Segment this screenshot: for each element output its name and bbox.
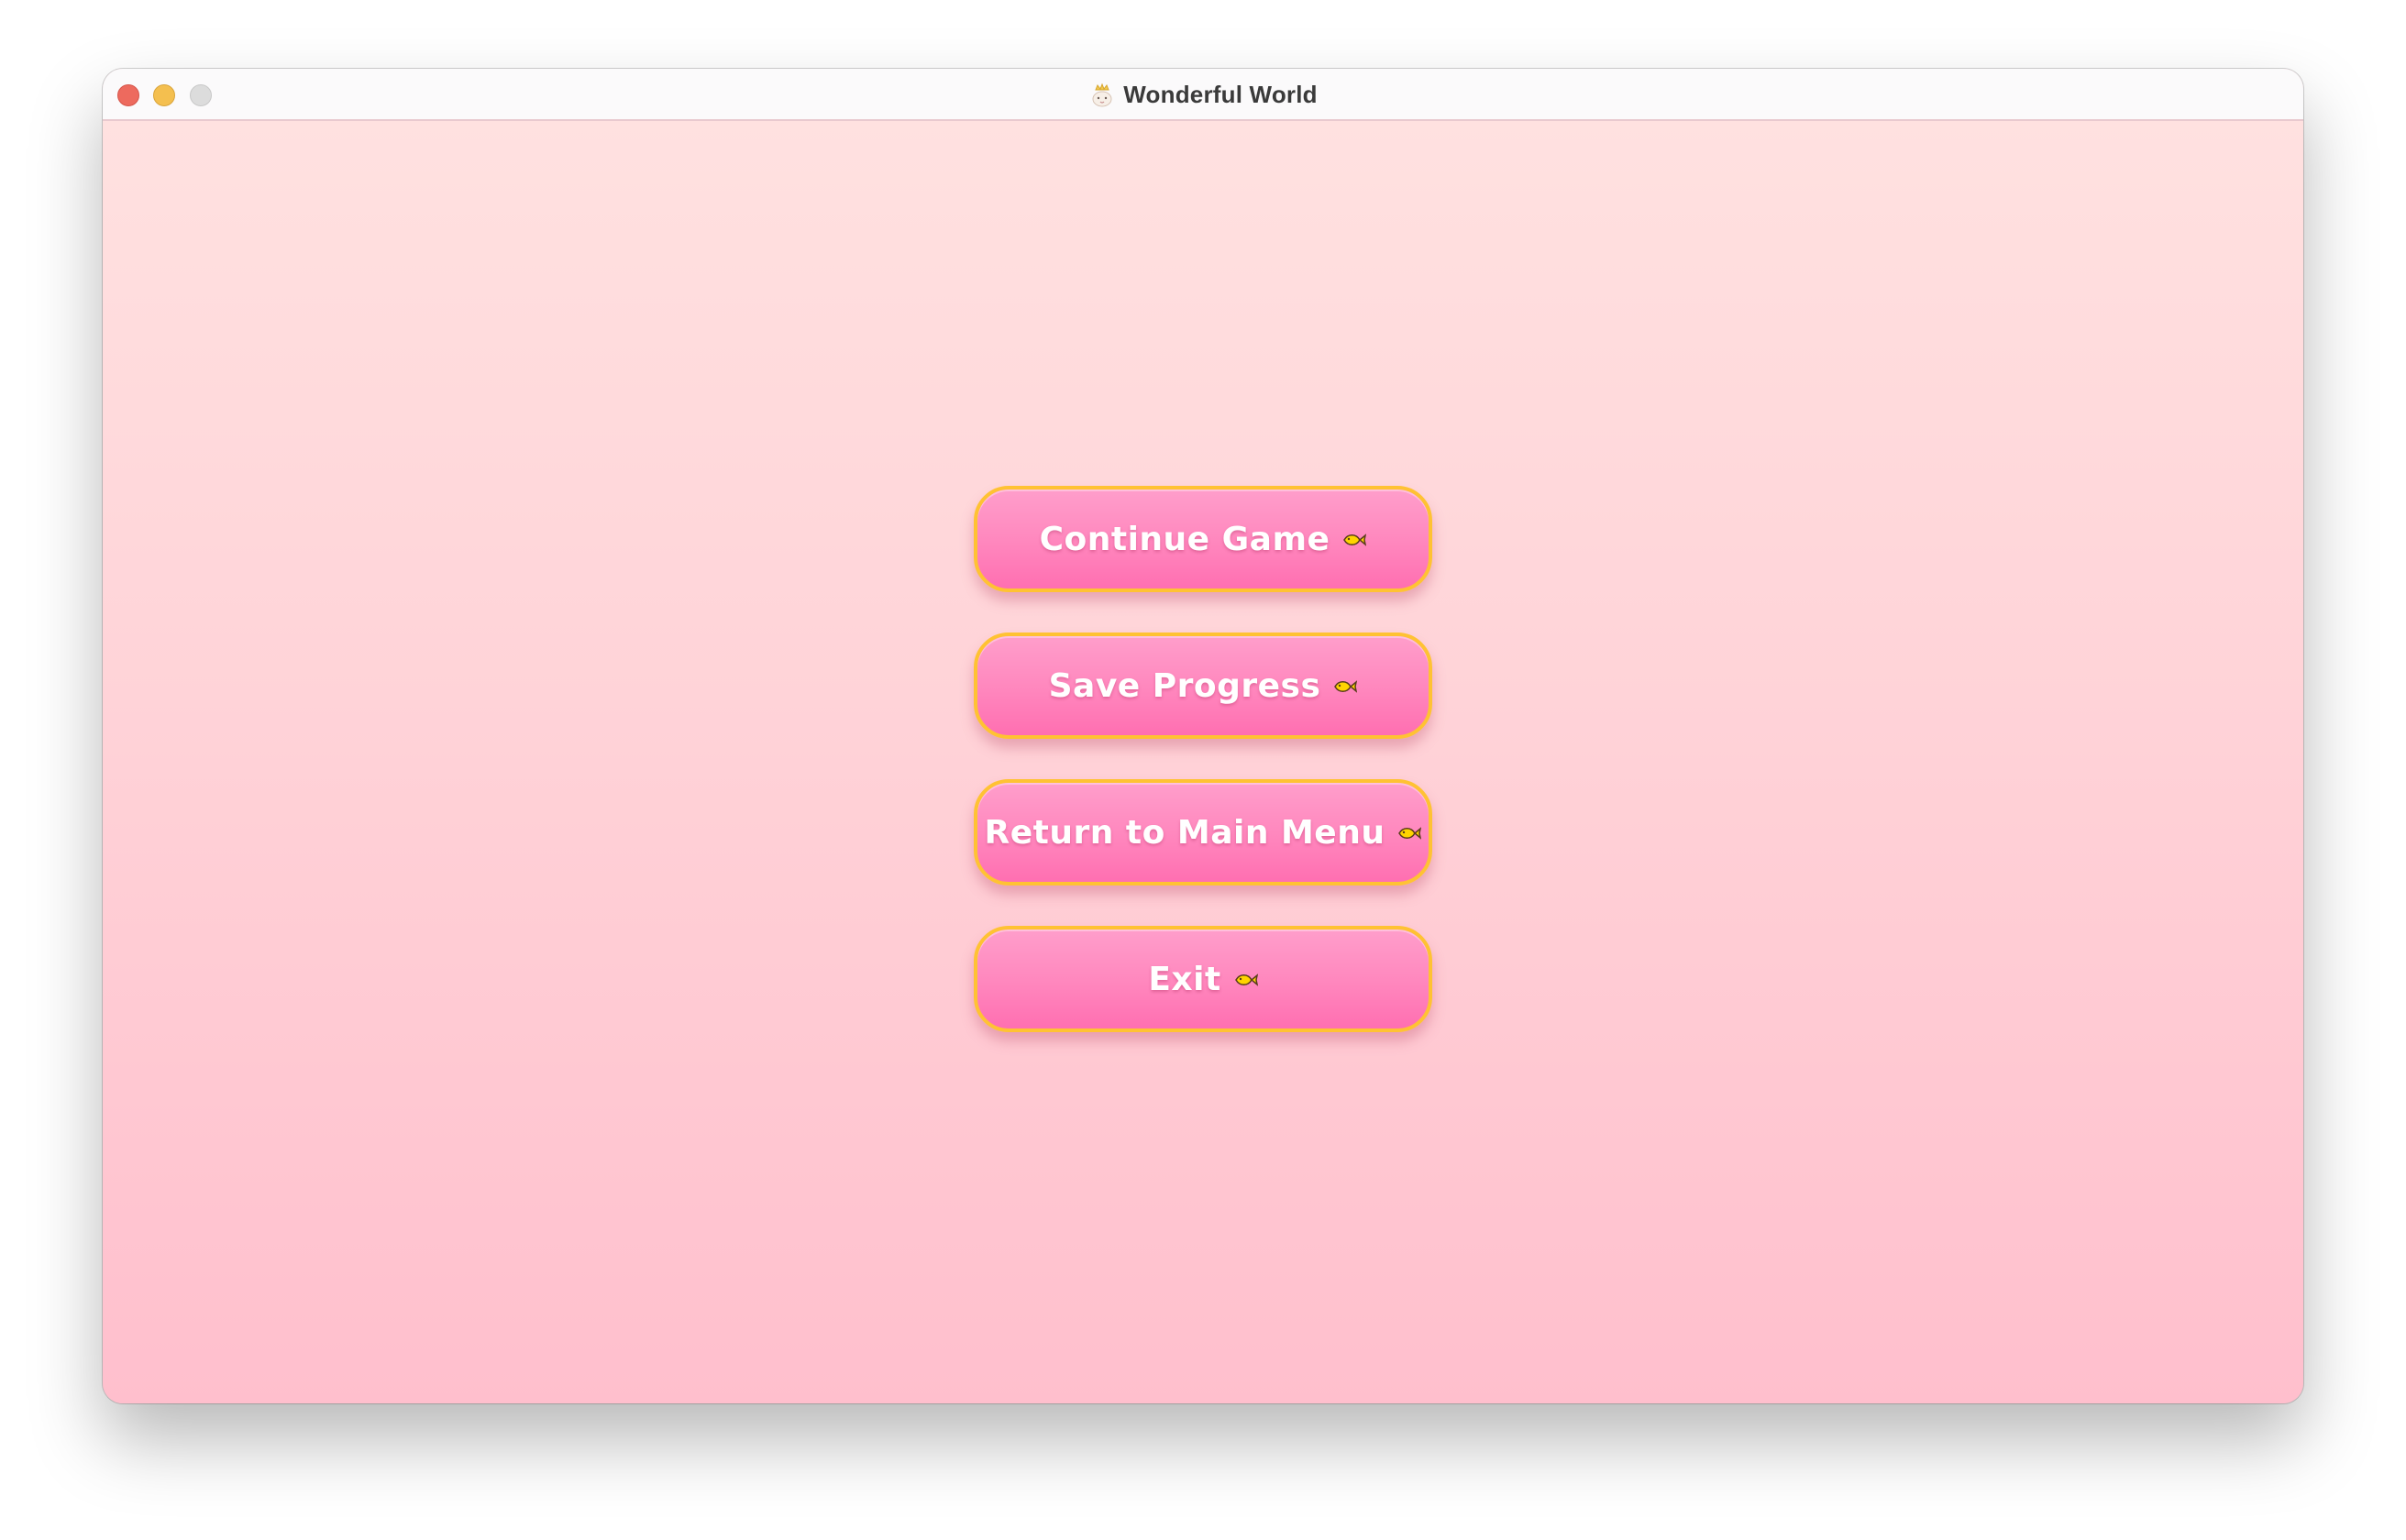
title-bar[interactable]: Wonderful World bbox=[103, 69, 2303, 121]
exit-button[interactable]: Exit bbox=[974, 926, 1432, 1032]
fish-icon bbox=[1396, 824, 1422, 842]
fish-icon bbox=[1341, 531, 1367, 549]
game-pause-screen: Continue Game Save Progress Return to Ma… bbox=[103, 121, 2303, 1403]
fish-icon bbox=[1331, 677, 1358, 696]
save-progress-label: Save Progress bbox=[1048, 666, 1321, 705]
return-to-main-menu-label: Return to Main Menu bbox=[984, 813, 1385, 852]
window-title: Wonderful World bbox=[1123, 81, 1318, 108]
fish-icon bbox=[1232, 971, 1258, 989]
app-window: Wonderful World Continue Game Save Progr… bbox=[103, 69, 2303, 1403]
title-area: Wonderful World bbox=[103, 69, 2303, 121]
continue-game-label: Continue Game bbox=[1039, 520, 1330, 558]
pause-menu: Continue Game Save Progress Return to Ma… bbox=[974, 486, 1432, 1072]
continue-game-button[interactable]: Continue Game bbox=[974, 486, 1432, 592]
return-to-main-menu-button[interactable]: Return to Main Menu bbox=[974, 779, 1432, 886]
exit-label: Exit bbox=[1148, 960, 1221, 998]
save-progress-button[interactable]: Save Progress bbox=[974, 632, 1432, 739]
crowned-bunny-icon bbox=[1088, 82, 1116, 109]
